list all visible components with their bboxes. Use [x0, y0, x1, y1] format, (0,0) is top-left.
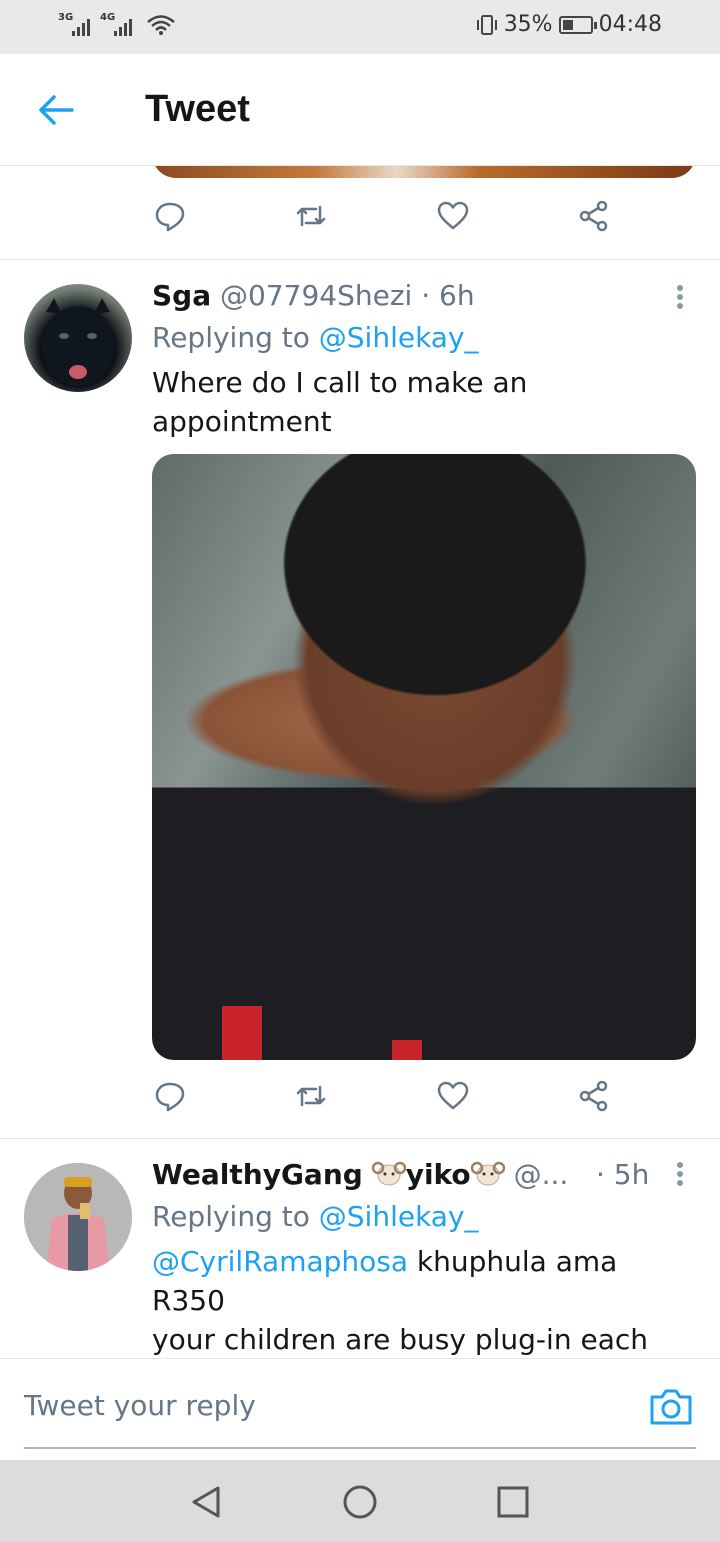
signal-label: 3G	[58, 12, 74, 23]
signal-icon: 3G	[58, 12, 90, 36]
status-bar: 3G 4G 35% 04:48	[0, 0, 720, 54]
app-header: Tweet	[0, 54, 720, 166]
signal-icon: 4G	[100, 12, 132, 36]
tweet-time: · 6h	[421, 279, 475, 312]
reply-input-underline	[24, 1447, 696, 1449]
ram-emoji-icon	[371, 1161, 406, 1186]
tweet-time: · 5h	[596, 1158, 650, 1191]
tweet-feed[interactable]: Sga @07794Shezi · 6h Replying to @Sihlek…	[0, 166, 720, 1358]
tweet-text: @CyrilRamaphosa khuphula ama R350 your c…	[152, 1242, 697, 1358]
tweet-text-line: @CyrilRamaphosa khuphula ama R350	[152, 1242, 697, 1320]
user-name[interactable]: WealthyGang	[152, 1158, 363, 1191]
home-circle-icon[interactable]	[340, 1482, 380, 1522]
avatar[interactable]	[24, 1163, 132, 1271]
battery-percent: 35%	[503, 12, 553, 37]
tweet[interactable]: WealthyGang yiko @... · 5h Replying to @…	[0, 1139, 720, 1358]
tweet-actions	[152, 198, 612, 238]
user-name[interactable]: Sga	[152, 279, 211, 312]
reply-icon[interactable]	[152, 198, 188, 234]
replying-line: Replying to @Sihlekay_	[152, 1197, 479, 1237]
user-handle[interactable]: @...	[514, 1158, 569, 1191]
vibrate-icon	[476, 14, 497, 35]
tweet-text-line: your children are busy plug-in each	[152, 1323, 648, 1356]
tweet-text-line: Where do I call to make an	[152, 366, 528, 399]
ram-emoji-icon	[470, 1161, 505, 1186]
avatar[interactable]	[24, 284, 132, 392]
status-right: 35% 04:48	[476, 12, 662, 37]
arrow-left-icon[interactable]	[34, 90, 78, 130]
tweet-media[interactable]	[152, 454, 696, 1060]
page-title: Tweet	[145, 88, 250, 130]
battery-icon	[558, 15, 597, 34]
reply-bar: Tweet your reply	[0, 1358, 720, 1460]
tweet-text: Where do I call to make an appointment	[152, 363, 697, 441]
media-detail	[392, 1040, 422, 1060]
user-handle[interactable]: @07794Shezi	[220, 279, 412, 312]
replying-prefix: Replying to	[152, 321, 310, 354]
mention-link[interactable]: @CyrilRamaphosa	[152, 1245, 408, 1278]
more-options-icon[interactable]	[672, 1159, 688, 1189]
tweet-header: Sga @07794Shezi · 6h	[152, 276, 475, 316]
camera-icon[interactable]	[648, 1387, 694, 1427]
tweet-header: WealthyGang yiko @...	[152, 1155, 568, 1195]
replying-to-link[interactable]: @Sihlekay_	[319, 321, 479, 354]
tweet-text-line: appointment	[152, 405, 332, 438]
replying-line: Replying to @Sihlekay_	[152, 318, 479, 358]
reply-icon[interactable]	[152, 1078, 188, 1114]
share-icon[interactable]	[576, 198, 612, 234]
signal-label: 4G	[100, 12, 116, 23]
wifi-icon	[147, 15, 175, 35]
signal-group: 3G 4G	[58, 12, 176, 36]
more-options-icon[interactable]	[672, 282, 688, 312]
clock: 04:48	[598, 12, 662, 37]
retweet-icon[interactable]	[293, 1078, 329, 1114]
like-icon[interactable]	[435, 198, 471, 234]
back-triangle-icon[interactable]	[186, 1482, 226, 1522]
tweet[interactable]: Sga @07794Shezi · 6h Replying to @Sihlek…	[0, 260, 720, 1138]
system-nav-bar	[0, 1460, 720, 1541]
user-name-suffix[interactable]: yiko	[406, 1158, 471, 1191]
like-icon[interactable]	[435, 1078, 471, 1114]
recents-square-icon[interactable]	[493, 1482, 533, 1522]
reply-input[interactable]: Tweet your reply	[24, 1389, 256, 1422]
media-detail	[222, 1006, 262, 1060]
replying-prefix: Replying to	[152, 1200, 310, 1233]
replying-to-link[interactable]: @Sihlekay_	[319, 1200, 479, 1233]
tweet-actions	[152, 1078, 612, 1118]
tweet-time-wrap: · 5h	[596, 1155, 649, 1195]
retweet-icon[interactable]	[293, 198, 329, 234]
previous-tweet-media[interactable]	[152, 166, 696, 178]
share-icon[interactable]	[576, 1078, 612, 1114]
